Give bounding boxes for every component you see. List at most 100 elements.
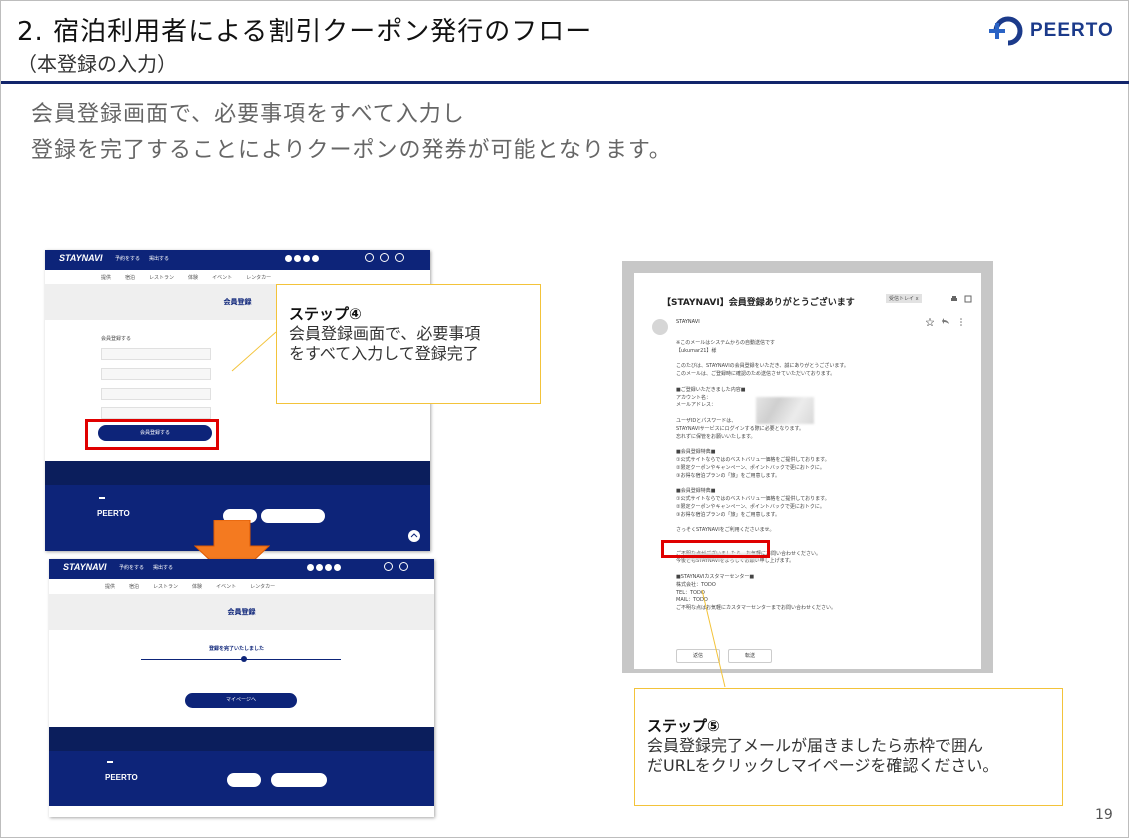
step5-connector xyxy=(701,589,726,688)
slide-title: 2. 宿泊利用者による割引クーポン発行のフロー xyxy=(17,17,593,47)
print-icon[interactable] xyxy=(950,295,958,303)
mypage-button[interactable]: マイページへ xyxy=(185,693,297,708)
done-heading: 登録を完了いたしました xyxy=(209,646,265,652)
nav-item[interactable]: 体験 xyxy=(188,274,198,281)
footer-peerto-logo: PEERTO xyxy=(97,509,130,518)
star-icon[interactable] xyxy=(926,318,934,326)
footer-button-1[interactable] xyxy=(227,773,261,787)
step5-line-1: 会員登録完了メールが届きましたら赤枠で囲ん xyxy=(647,736,984,755)
inbox-label[interactable]: 受信トレイ x xyxy=(886,294,922,303)
nav-item[interactable]: 宿泊 xyxy=(125,274,135,281)
nav-item[interactable]: 体験 xyxy=(192,583,202,590)
email-body-line: このメールは、ご登録時に確認のため送信させていただいております。 xyxy=(676,371,836,378)
url-highlight-box xyxy=(661,540,770,558)
email-body-line: メールアドレス： xyxy=(676,402,717,409)
email-body-line: ■STAYNAVIカスタマーセンター■ xyxy=(676,574,755,580)
step5-line-2: だURLをクリックしマイページを確認ください。 xyxy=(647,756,999,775)
staynavi-logo: STAYNAVI xyxy=(63,562,107,572)
submit-highlight-box xyxy=(85,419,219,450)
account-field[interactable] xyxy=(101,368,211,380)
header-post-button[interactable]: 掲出する xyxy=(149,255,169,262)
slide: 2. 宿泊利用者による割引クーポン発行のフロー （本登録の入力） PEERTO … xyxy=(0,0,1129,838)
password-field[interactable] xyxy=(101,388,211,400)
email-body-line: ①公式サイトならではのベストバリュー価格をご提供しております。 xyxy=(676,457,830,463)
lead-line-1: 会員登録画面で、必要事項をすべて入力し xyxy=(31,102,465,127)
peerto-logo: PEERTO xyxy=(986,13,1114,49)
email-body-line: ■会員登録特典■ xyxy=(676,488,716,495)
footer: PEERTO xyxy=(49,751,434,806)
sender-avatar xyxy=(652,319,668,335)
email-subject: 【STAYNAVI】会員登録ありがとうございます xyxy=(662,298,855,308)
step5-label: ステップ⑤ xyxy=(647,717,720,735)
email-view: 【STAYNAVI】会員登録ありがとうございます 受信トレイ x STAYNAV… xyxy=(634,273,981,669)
email-body-line: さっそくSTAYNAVIをご利用くださいませ。 xyxy=(676,527,775,534)
email-body-line: 株式会社：TODO xyxy=(676,581,716,588)
footer-tag xyxy=(107,761,113,763)
scroll-top-icon[interactable] xyxy=(407,529,421,543)
header-book-button[interactable]: 予約をする xyxy=(119,564,144,571)
header-icons xyxy=(365,253,404,262)
lead-text: 会員登録画面で、必要事項をすべて入力し 登録を完了することによりクーポンの発券が… xyxy=(31,97,672,169)
email-body-line: ※このメールはシステムからの自動送信です xyxy=(676,340,776,346)
email-body-line: ②限定クーポンやキャンペーン、ポイントバックで更におトクに。 xyxy=(676,503,825,510)
screenshot-registration-complete: STAYNAVI 予約をする 掲出する 提供 宿泊 レストラン 体験 イベント … xyxy=(49,559,434,817)
footer-band xyxy=(49,727,434,751)
page-banner: 会員登録 xyxy=(49,594,434,630)
header-post-button[interactable]: 掲出する xyxy=(153,564,173,571)
step5-callout: ステップ⑤ 会員登録完了メールが届きましたら赤枠で囲ん だURLをクリックしマイ… xyxy=(634,688,1063,806)
email-screenshot-frame: 【STAYNAVI】会員登録ありがとうございます 受信トレイ x STAYNAV… xyxy=(622,261,993,673)
site-header: STAYNAVI 予約をする 掲出する xyxy=(49,559,434,579)
done-divider-dot xyxy=(241,656,247,662)
header-book-button[interactable]: 予約をする xyxy=(115,255,140,262)
email-body-line: 忘れずに保管をお願いいたします。 xyxy=(676,433,756,440)
redacted-account xyxy=(756,397,814,424)
slide-subtitle: （本登録の入力） xyxy=(17,52,177,76)
email-body-line: このたびは、STAYNAVIの会員登録をいただき、誠にありがとうございます。 xyxy=(676,363,849,370)
copyright-bar xyxy=(49,806,434,817)
nav-item[interactable]: 提供 xyxy=(101,274,111,281)
email-body-line: ご不明な点はお気軽にカスタマーセンターまでお問い合わせください。 xyxy=(676,605,837,612)
header-icons xyxy=(384,562,408,571)
page-number: 19 xyxy=(1095,807,1113,823)
step4-line-1: 会員登録画面で、必要事項 xyxy=(289,324,481,343)
form-heading: 会員登録する xyxy=(101,336,132,342)
nav-item[interactable]: レストラン xyxy=(149,274,174,281)
email-body-line: ■ご登録いただきました内容■ xyxy=(676,386,746,393)
reply-icon[interactable] xyxy=(942,318,950,326)
nav-item[interactable]: イベント xyxy=(216,583,236,590)
social-icons xyxy=(285,255,319,262)
footer-peerto-logo: PEERTO xyxy=(105,773,138,782)
step4-label: ステップ④ xyxy=(289,305,362,323)
site-nav: 提供 宿泊 レストラン 体験 イベント レンタカー xyxy=(45,270,430,284)
nav-item[interactable]: レンタカー xyxy=(246,274,271,281)
open-new-window-icon[interactable] xyxy=(964,295,972,303)
step4-line-2: をすべて入力して登録完了 xyxy=(289,344,479,363)
peerto-logo-text: PEERTO xyxy=(1030,20,1114,41)
footer-tag xyxy=(99,497,105,499)
email-body-line: ①公式サイトならではのベストバリュー価格をご提供しております。 xyxy=(676,496,830,502)
nav-item[interactable]: 提供 xyxy=(105,583,115,590)
email-body-line: アカウント名： xyxy=(676,394,712,401)
nav-item[interactable]: 宿泊 xyxy=(129,583,139,590)
site-nav: 提供 宿泊 レストラン 体験 イベント レンタカー xyxy=(49,579,434,593)
nav-item[interactable]: レンタカー xyxy=(250,583,275,590)
email-body-line: ユーザIDとパスワードは、 xyxy=(676,418,737,424)
forward-label: 転送 xyxy=(744,653,755,659)
site-header: STAYNAVI 予約をする 掲出する xyxy=(45,250,430,270)
password-confirm-field[interactable] xyxy=(101,407,211,419)
email-body-line: ②限定クーポンやキャンペーン、ポイントバックで更におトクに。 xyxy=(676,464,825,471)
email-body-line: ■会員登録特典■ xyxy=(676,449,716,456)
email-field[interactable] xyxy=(101,348,211,360)
more-icon[interactable] xyxy=(958,318,964,326)
step4-callout: ステップ④ 会員登録画面で、必要事項 をすべて入力して登録完了 xyxy=(276,284,541,404)
nav-item[interactable]: イベント xyxy=(212,274,232,281)
footer-band xyxy=(45,461,430,485)
email-body-line: 【ukumar21】様 xyxy=(676,347,717,354)
footer-button-2[interactable] xyxy=(271,773,327,787)
social-icons xyxy=(307,564,341,571)
nav-item[interactable]: レストラン xyxy=(153,583,178,590)
footer-button-2[interactable] xyxy=(261,509,325,523)
peerto-logo-icon xyxy=(986,13,1026,49)
forward-button[interactable]: 転送 xyxy=(728,649,772,663)
lead-line-2: 登録を完了することによりクーポンの発券が可能となります。 xyxy=(31,138,672,163)
